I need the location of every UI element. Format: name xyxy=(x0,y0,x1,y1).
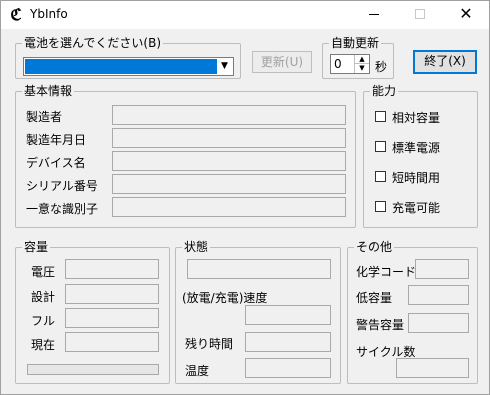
unique-id-label: 一意な識別子 xyxy=(26,202,99,216)
exit-button[interactable]: 終了(X) xyxy=(413,50,477,74)
full-capacity-field xyxy=(65,308,159,328)
spinner-up-icon[interactable]: ▲ xyxy=(355,55,369,64)
low-capacity-label: 低容量 xyxy=(356,291,393,305)
design-capacity-label: 設計 xyxy=(31,290,56,304)
unique-id-field xyxy=(112,197,346,217)
rechargeable-label: 充電可能 xyxy=(392,201,441,215)
main-window: ℭ YbInfo ✕ 電池を選んでください(B) ▼ 更新(U) 自動更新 0 … xyxy=(0,0,490,395)
spinner-buttons[interactable]: ▲ ▼ xyxy=(354,55,369,73)
maximize-icon xyxy=(415,9,425,19)
device-name-label: デバイス名 xyxy=(26,156,86,170)
manufacture-date-field xyxy=(112,128,346,148)
spinner-down-icon[interactable]: ▼ xyxy=(355,64,369,73)
auto-update-spinner[interactable]: 0 ▲ ▼ xyxy=(330,54,370,74)
chevron-down-icon[interactable]: ▼ xyxy=(217,59,232,74)
chemistry-label: 化学コード xyxy=(356,265,417,279)
minimize-icon xyxy=(369,13,379,15)
maximize-button xyxy=(397,1,443,29)
remaining-time-field xyxy=(245,332,331,352)
manufacturer-label: 製造者 xyxy=(26,110,63,124)
other-legend: その他 xyxy=(356,240,393,254)
manufacture-date-label: 製造年月日 xyxy=(26,133,87,147)
design-capacity-field xyxy=(65,284,159,304)
short-term-checkbox xyxy=(375,171,386,182)
title-bar[interactable]: ℭ YbInfo ✕ xyxy=(1,1,489,29)
serial-number-label: シリアル番号 xyxy=(26,179,98,193)
update-button[interactable]: 更新(U) xyxy=(252,51,312,73)
low-capacity-field xyxy=(408,285,469,305)
battery-select-value xyxy=(25,59,217,74)
state-legend: 状態 xyxy=(184,240,209,254)
status-field xyxy=(187,259,331,279)
battery-select-dropdown[interactable]: ▼ xyxy=(23,57,234,76)
cycle-count-field xyxy=(396,358,469,378)
device-name-field xyxy=(112,151,346,171)
standard-power-checkbox xyxy=(375,141,386,152)
current-capacity-field xyxy=(65,332,159,352)
voltage-field xyxy=(65,259,159,279)
auto-update-unit: 秒 xyxy=(375,60,388,74)
capacity-progress-bar xyxy=(27,364,159,375)
rate-label: (放電/充電)速度 xyxy=(182,291,268,305)
relative-capacity-checkbox xyxy=(375,111,386,122)
close-button[interactable]: ✕ xyxy=(443,1,489,29)
battery-select-legend: 電池を選んでください(B) xyxy=(24,36,161,50)
auto-update-value[interactable]: 0 xyxy=(334,57,342,71)
short-term-label: 短時間用 xyxy=(392,171,441,185)
serial-number-field xyxy=(112,174,346,194)
rate-field xyxy=(245,305,331,325)
remaining-time-label: 残り時間 xyxy=(185,337,234,351)
rechargeable-checkbox xyxy=(375,201,386,212)
basic-info-legend: 基本情報 xyxy=(24,84,73,98)
auto-update-legend: 自動更新 xyxy=(331,36,380,50)
standard-power-label: 標準電源 xyxy=(392,141,441,155)
chemistry-field xyxy=(415,259,469,279)
warning-capacity-field xyxy=(408,313,469,333)
capacity-legend: 容量 xyxy=(24,240,49,254)
relative-capacity-label: 相対容量 xyxy=(392,111,441,125)
app-logo-icon: ℭ xyxy=(10,5,22,24)
temperature-field xyxy=(245,358,331,378)
manufacturer-field xyxy=(112,105,346,125)
temperature-label: 温度 xyxy=(185,364,210,378)
close-icon: ✕ xyxy=(459,4,473,23)
full-capacity-label: フル xyxy=(31,314,56,328)
current-capacity-label: 現在 xyxy=(31,338,56,352)
window-title: YbInfo xyxy=(30,7,68,21)
capability-legend: 能力 xyxy=(372,84,397,98)
minimize-button[interactable] xyxy=(351,1,397,29)
voltage-label: 電圧 xyxy=(31,265,56,279)
warning-capacity-label: 警告容量 xyxy=(356,318,405,332)
